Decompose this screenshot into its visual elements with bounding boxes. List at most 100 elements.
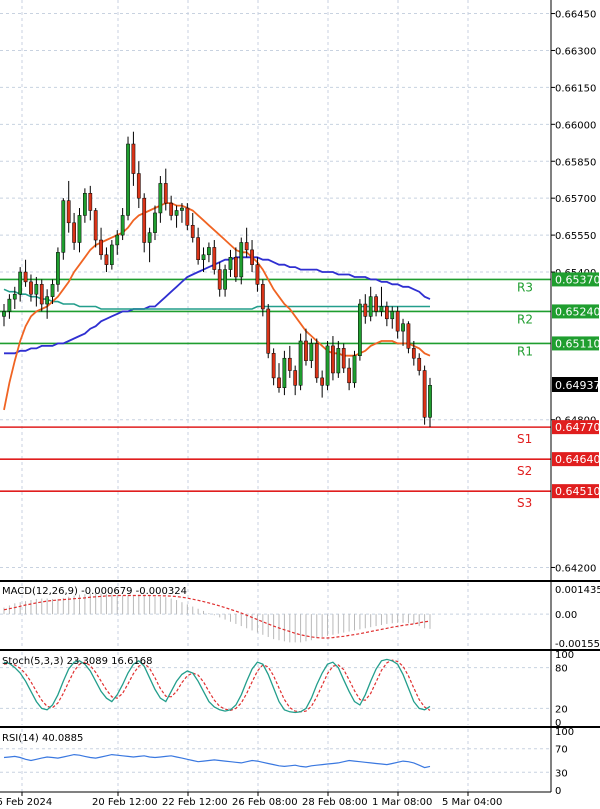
time-tick-label: 20 Feb 12:00 [92, 797, 158, 808]
chart-background [0, 0, 600, 809]
price-tick-label: 0.65550 [555, 231, 596, 242]
resistance-name-r2: R2 [517, 312, 533, 326]
candle-body [50, 284, 55, 297]
candle-body [39, 284, 44, 305]
candle-body [325, 345, 330, 386]
candle-body [309, 343, 314, 361]
candle-body [314, 343, 319, 379]
current-price-tag: 0.64937 [552, 377, 600, 392]
candle-body [347, 367, 351, 384]
candle-body [271, 353, 276, 379]
rsi-label: RSI(14) 40.0885 [2, 733, 83, 744]
candle-body [207, 247, 211, 256]
resistance-price-label: 0.65240 [555, 305, 600, 318]
candle [126, 136, 130, 221]
price-tick-label: 0.65700 [555, 194, 596, 205]
candle-body [266, 308, 271, 354]
candle [352, 350, 357, 388]
candle-body [190, 225, 195, 238]
candle-body [136, 173, 141, 199]
support-price-label: 0.64640 [555, 453, 600, 466]
candle [406, 321, 411, 354]
candle [422, 365, 427, 425]
price-tick-label: 0.66300 [555, 46, 596, 57]
candle-body [217, 269, 222, 290]
candle-body [368, 296, 373, 317]
candle-body [34, 284, 39, 295]
candle [61, 198, 66, 260]
candle-body [120, 215, 125, 236]
candle-body [287, 357, 292, 371]
candle-body [83, 193, 87, 216]
rsi-tick-label: 30 [555, 768, 568, 779]
candle-body [12, 293, 17, 300]
price-tick-label: 0.65850 [555, 157, 596, 168]
candle-body [374, 296, 378, 312]
support-price-label: 0.64510 [555, 485, 600, 498]
candle-body [18, 271, 23, 295]
candle-body [304, 340, 308, 361]
price-tick-label: 0.66450 [555, 10, 596, 21]
support-price-label: 0.64770 [555, 421, 600, 434]
stoch-label: Stoch(5,3,3) 23.3089 16.6168 [2, 656, 153, 667]
time-tick-label: 28 Feb 08:00 [302, 797, 368, 808]
macd-tick-label: 0.00 [555, 610, 577, 621]
macd-tick-label: -0.001559 [555, 639, 600, 650]
candle-body [147, 232, 152, 243]
candle-body [45, 296, 50, 305]
current-price-label: 0.64937 [555, 379, 600, 392]
rsi-tick-label: 100 [555, 727, 574, 738]
candle-body [406, 323, 411, 349]
candle-body [223, 269, 227, 290]
candle-body [212, 247, 217, 270]
candle [325, 340, 330, 391]
candle-body [7, 298, 12, 312]
candle-body [180, 207, 184, 211]
candle-body [185, 207, 190, 226]
time-tick-label: 22 Feb 12:00 [162, 797, 228, 808]
resistance-price-label: 0.65110 [555, 337, 600, 350]
rsi-tick-label: 70 [555, 745, 568, 756]
support-name-s1: S1 [517, 432, 532, 446]
candle-body [379, 306, 384, 312]
candle-body [384, 306, 389, 320]
candle-body [115, 234, 120, 246]
candle-body [196, 237, 200, 260]
candle-body [77, 215, 82, 243]
candle-body [88, 193, 93, 211]
candle-body [2, 311, 6, 317]
stoch-tick-label: 80 [555, 664, 568, 675]
candle-body [320, 377, 325, 386]
candle-body [174, 210, 179, 216]
time-tick-label: 16 Feb 2024 [0, 797, 52, 808]
candle-body [341, 348, 346, 369]
candle-body [255, 264, 260, 285]
macd-tick-label: 0.001435 [555, 585, 600, 596]
candle-body [61, 200, 66, 253]
candle-body [201, 254, 206, 260]
price-tick-label: 0.66150 [555, 83, 596, 94]
candle-body [93, 210, 98, 241]
candle-body [390, 311, 395, 320]
candle-body [411, 348, 416, 359]
resistance-price-label: 0.65370 [555, 273, 600, 286]
candle-body [293, 370, 298, 386]
candle-body [29, 281, 33, 295]
candle-body [163, 183, 168, 204]
stoch-tick-label: 20 [555, 704, 568, 715]
trading-chart: R3 R2 R1 S1 S2 S3 0.66450 0.66300 0.66150 0.6600… [0, 0, 600, 809]
candle-body [336, 348, 341, 374]
candle-body [298, 340, 303, 386]
time-tick-label: 5 Mar 04:00 [442, 797, 502, 808]
candle-body [331, 345, 335, 374]
macd-label: MACD(12,26,9) -0.000679 -0.000324 [2, 586, 187, 597]
rsi-tick-label: 0 [555, 786, 561, 797]
candle-body [131, 143, 136, 174]
candle-body [169, 202, 174, 216]
candle-body [282, 357, 287, 388]
candle-body [363, 303, 368, 317]
candle-body [352, 355, 357, 384]
price-tick-label: 0.66000 [555, 120, 596, 131]
candle-body [56, 252, 60, 285]
resistance-name-r3: R3 [517, 280, 533, 294]
